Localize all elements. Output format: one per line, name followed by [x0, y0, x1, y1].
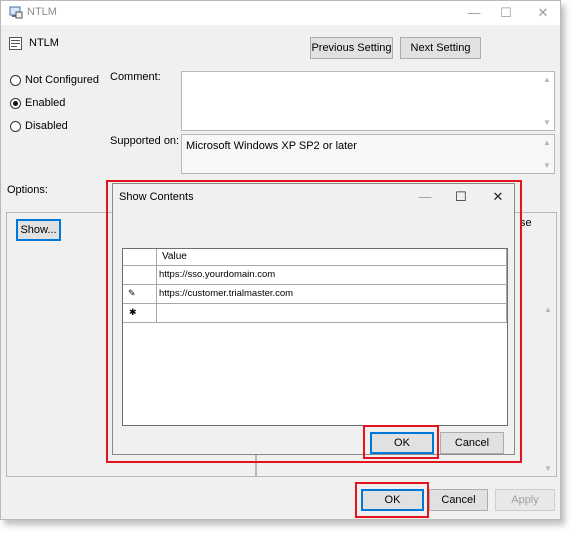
scroll-down-icon[interactable]: ▼: [541, 118, 553, 127]
enabled-label[interactable]: Enabled: [25, 97, 65, 109]
values-grid[interactable]: Value https://sso.yourdomain.com ✎ https…: [122, 248, 508, 426]
enabled-radio[interactable]: [10, 98, 21, 109]
new-row-icon: ✱: [129, 307, 137, 317]
next-setting-button[interactable]: Next Setting: [400, 37, 481, 59]
supported-on-value: Microsoft Windows XP SP2 or later: [186, 140, 357, 152]
dialog-minimize-button[interactable]: —: [410, 186, 440, 208]
scroll-up-icon[interactable]: ▲: [541, 138, 553, 147]
row-selector[interactable]: [123, 266, 157, 285]
scroll-up-icon[interactable]: ▲: [542, 305, 554, 314]
grid-cell-new[interactable]: [157, 304, 507, 323]
window-title: NTLM: [27, 6, 57, 18]
not-configured-label[interactable]: Not Configured: [25, 74, 99, 86]
maximize-button[interactable]: ☐: [491, 2, 521, 24]
scroll-down-icon[interactable]: ▼: [541, 161, 553, 170]
apply-button[interactable]: Apply: [495, 489, 555, 511]
grid-cell-editing[interactable]: https://customer.trialmaster.com: [157, 285, 507, 304]
row-selector-editing[interactable]: ✎: [123, 285, 157, 304]
supported-on-field: Microsoft Windows XP SP2 or later ▲ ▼: [181, 134, 555, 174]
policy-icon: [9, 37, 22, 50]
column-header-value[interactable]: Value: [157, 249, 507, 266]
comment-field[interactable]: ▲ ▼: [181, 71, 555, 131]
pencil-icon: ✎: [128, 288, 136, 298]
close-button[interactable]: ✕: [528, 2, 558, 24]
dialog-close-button[interactable]: ✕: [483, 186, 513, 208]
not-configured-radio[interactable]: [10, 75, 21, 86]
scroll-up-icon[interactable]: ▲: [541, 75, 553, 84]
dialog-cancel-button[interactable]: Cancel: [440, 432, 504, 454]
row-selector-new[interactable]: ✱: [123, 304, 157, 323]
ok-highlight-box: [355, 482, 429, 518]
dialog-maximize-button[interactable]: ☐: [446, 186, 476, 208]
comment-label: Comment:: [110, 71, 161, 83]
dialog-ok-highlight-box: [363, 425, 439, 459]
disabled-radio[interactable]: [10, 121, 21, 132]
disabled-label[interactable]: Disabled: [25, 120, 68, 132]
previous-setting-button[interactable]: Previous Setting: [310, 37, 393, 59]
row-header-corner: [123, 249, 157, 266]
show-button[interactable]: Show...: [16, 219, 61, 241]
policy-name: NTLM: [29, 37, 59, 49]
policy-settings-icon: [9, 6, 23, 19]
cancel-button[interactable]: Cancel: [429, 489, 488, 511]
scroll-down-icon[interactable]: ▼: [542, 464, 554, 473]
grid-cell[interactable]: https://sso.yourdomain.com: [157, 266, 507, 285]
show-contents-dialog: Show Contents — ☐ ✕ Value https://sso.yo…: [112, 183, 515, 455]
dialog-title: Show Contents: [119, 191, 194, 203]
supported-on-label: Supported on:: [110, 135, 180, 147]
minimize-button[interactable]: —: [459, 2, 489, 24]
options-label: Options:: [7, 184, 48, 196]
title-bar: NTLM — ☐ ✕: [1, 1, 560, 25]
